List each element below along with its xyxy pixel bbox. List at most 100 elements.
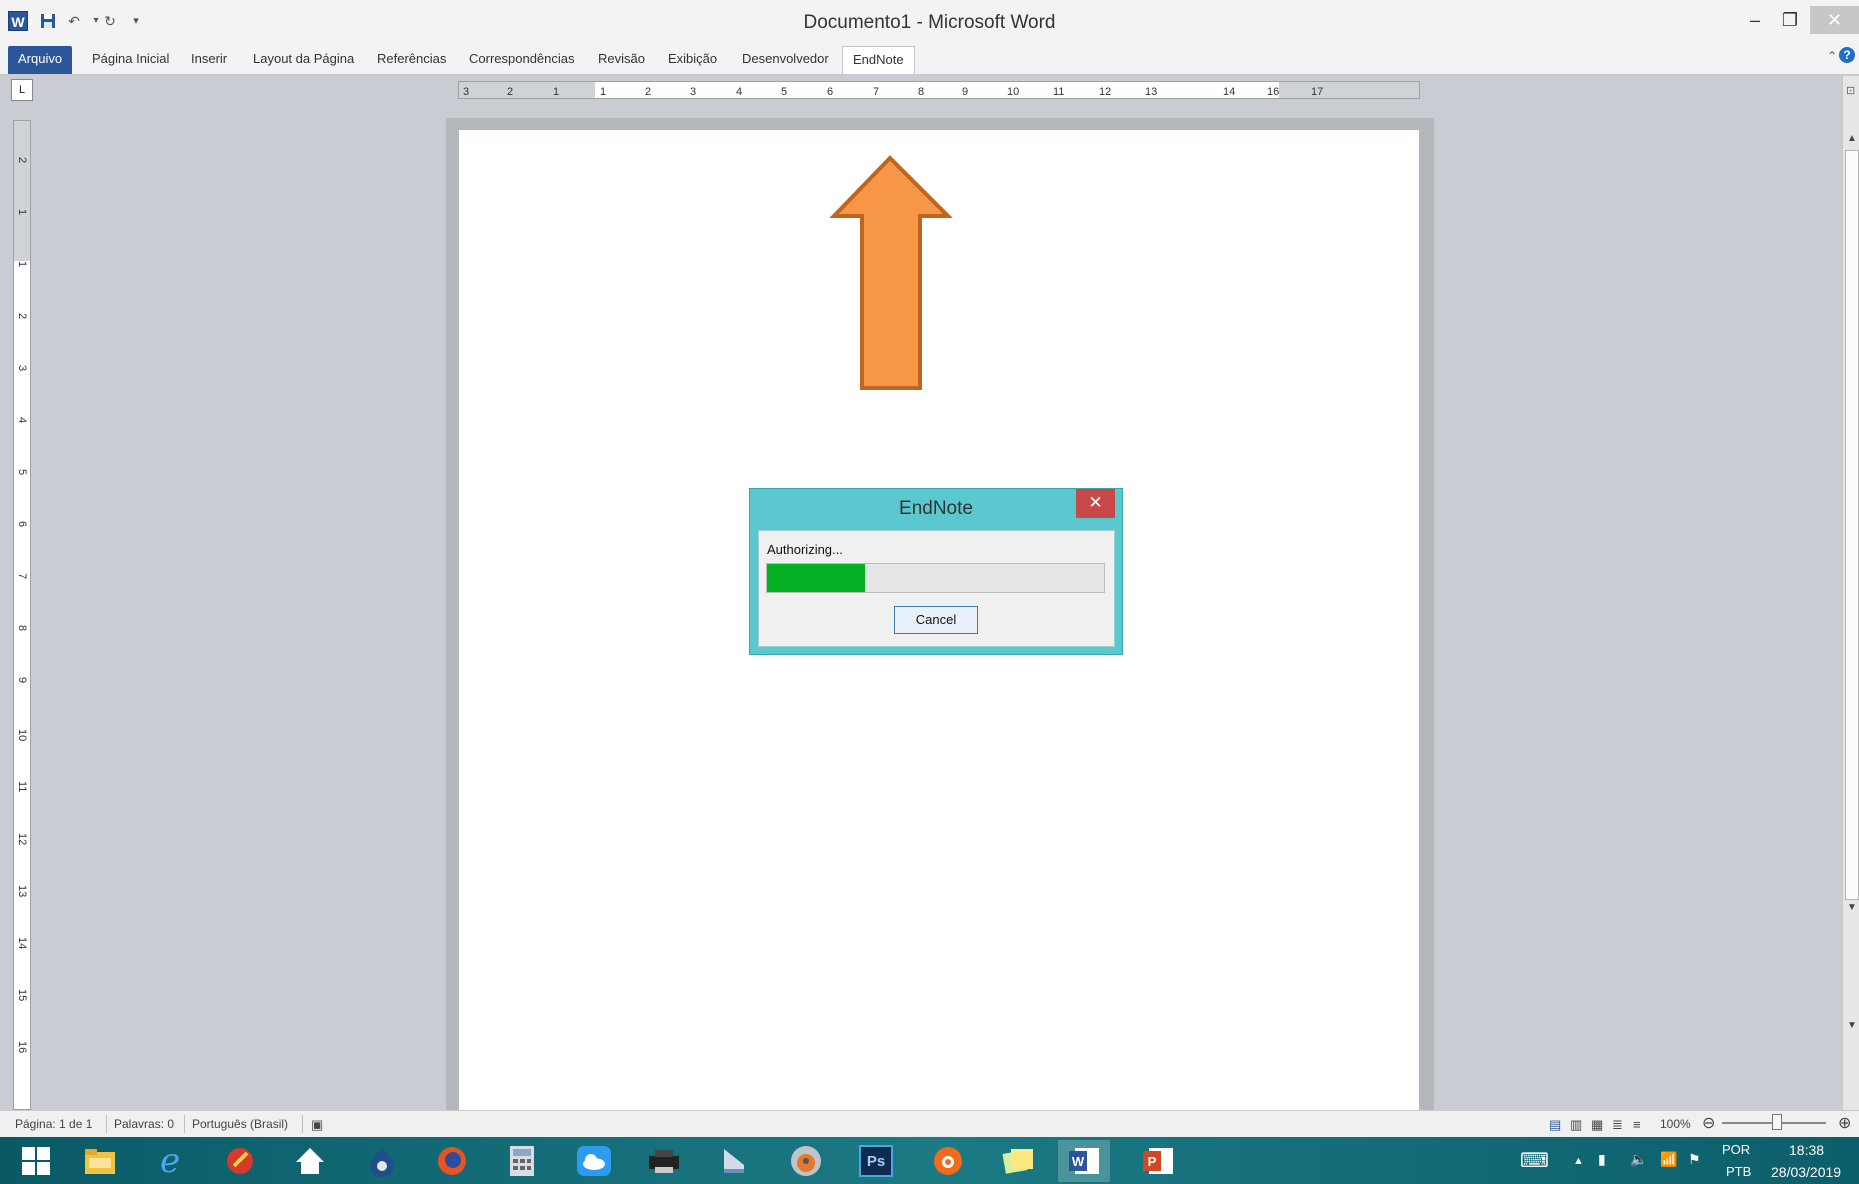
ruler-tick-label: 9: [962, 86, 968, 98]
tab-desenvolvedor[interactable]: Desenvolvedor: [732, 46, 839, 74]
collapse-ribbon-icon[interactable]: ⌃: [1827, 49, 1837, 63]
ruler-tick-label: 8: [918, 86, 924, 98]
ruler-tick-label: 3: [463, 86, 469, 98]
print-layout-icon[interactable]: ▤: [1549, 1117, 1561, 1133]
tab-endnote[interactable]: EndNote: [842, 46, 915, 74]
tab-layout-da-pagina[interactable]: Layout da Página: [243, 46, 364, 74]
tab-inserir[interactable]: Inserir: [181, 46, 237, 74]
ruler-tick-label: 5: [781, 86, 787, 98]
ruler-tick-label: 6: [827, 86, 833, 98]
word-app-icon[interactable]: W: [8, 11, 28, 31]
scanner-icon[interactable]: [708, 1140, 760, 1182]
language-indicator-top[interactable]: POR: [1722, 1142, 1750, 1157]
view-ruler-icon[interactable]: ⊡: [1846, 84, 1855, 97]
ruler-tick-label: 2: [507, 86, 513, 98]
dialog-status-text: Authorizing...: [767, 542, 843, 557]
ruler-tick-label: 8: [16, 625, 28, 631]
show-hidden-icons-icon[interactable]: ▲: [1573, 1155, 1584, 1167]
ruler-tick-label: 2: [16, 157, 28, 163]
icloud-icon[interactable]: [568, 1140, 620, 1182]
tab-pagina-inicial[interactable]: Página Inicial: [82, 46, 179, 74]
page-count[interactable]: Página: 1 de 1: [15, 1117, 92, 1131]
file-explorer-icon[interactable]: [74, 1140, 126, 1182]
save-icon[interactable]: [38, 11, 58, 31]
windows-start-icon[interactable]: [10, 1140, 62, 1182]
ruler-tick-label: 12: [1099, 86, 1111, 98]
scroll-down-icon[interactable]: ▼: [1847, 902, 1857, 913]
tab-selector-icon[interactable]: L: [11, 79, 33, 101]
undo-icon[interactable]: ↶: [64, 11, 84, 31]
language-status[interactable]: Português (Brasil): [192, 1117, 288, 1131]
battery-icon[interactable]: ▮: [1598, 1151, 1606, 1168]
volume-icon[interactable]: 🔈: [1630, 1151, 1647, 1168]
draft-icon[interactable]: ≡: [1633, 1117, 1641, 1132]
ribbon-tab-bar: Arquivo Página Inicial Inserir Layout da…: [0, 40, 1859, 75]
ruler-tick-label: 7: [873, 86, 879, 98]
home-icon[interactable]: [284, 1140, 336, 1182]
ruler-tick-label: 13: [1145, 86, 1157, 98]
zoom-level[interactable]: 100%: [1660, 1117, 1691, 1131]
firefox-icon[interactable]: [426, 1140, 478, 1182]
ruler-tick-label: 17: [1311, 86, 1323, 98]
app-drop-icon[interactable]: [356, 1140, 408, 1182]
word-count[interactable]: Palavras: 0: [114, 1117, 174, 1131]
dialog-close-button[interactable]: ✕: [1076, 489, 1115, 518]
zoom-out-icon[interactable]: ⊖: [1702, 1113, 1715, 1133]
horizontal-ruler[interactable]: 3 2 1 1 2 3 4 5 6 7 8 9 10 11 12 13 14 16 17: [458, 81, 1420, 99]
ruler-tick-label: 13: [16, 885, 28, 897]
close-button[interactable]: ✕: [1810, 6, 1859, 34]
action-center-icon[interactable]: ⚑: [1688, 1151, 1701, 1168]
svg-text:W: W: [1072, 1154, 1085, 1169]
photoshop-icon[interactable]: Ps: [850, 1140, 902, 1182]
tab-arquivo[interactable]: Arquivo: [8, 46, 73, 74]
clock-time[interactable]: 18:38: [1789, 1142, 1824, 1158]
scrollbar-thumb[interactable]: [1845, 150, 1859, 900]
scroll-up-icon[interactable]: ▲: [1847, 133, 1857, 144]
printer-icon[interactable]: [638, 1140, 690, 1182]
tab-revisao[interactable]: Revisão: [588, 46, 655, 74]
disc-burner-icon[interactable]: [780, 1140, 832, 1182]
word-taskbar-icon[interactable]: W: [1058, 1140, 1110, 1182]
next-page-icon[interactable]: ▼: [1847, 1020, 1857, 1031]
zoom-slider-thumb[interactable]: [1772, 1114, 1782, 1130]
ccleaner-icon[interactable]: [214, 1140, 266, 1182]
minimize-button[interactable]: –: [1735, 6, 1775, 34]
internet-explorer-icon[interactable]: e: [144, 1140, 196, 1182]
svg-text:P: P: [1148, 1154, 1157, 1169]
outline-icon[interactable]: ≣: [1612, 1117, 1623, 1133]
vertical-ruler[interactable]: 2 1 1 2 3 4 5 6 7 8 9 10 11 12 13 14 15 16: [13, 120, 31, 1110]
full-screen-reading-icon[interactable]: ▥: [1570, 1117, 1582, 1133]
ruler-tick-label: 16: [16, 1041, 28, 1053]
status-bar: Página: 1 de 1 Palavras: 0 Português (Br…: [0, 1110, 1859, 1138]
language-indicator-bottom[interactable]: PTB: [1726, 1164, 1751, 1179]
ruler-tick-label: 11: [16, 781, 28, 792]
customize-quick-access-icon[interactable]: ▾: [126, 11, 146, 31]
ruler-tick-label: 6: [16, 521, 28, 527]
ruler-tick-label: 14: [16, 937, 28, 949]
dialog-title: EndNote: [899, 498, 973, 519]
sticky-notes-icon[interactable]: [992, 1140, 1044, 1182]
ruler-tick-label: 15: [16, 989, 28, 1001]
orange-up-arrow: [829, 155, 953, 390]
help-icon[interactable]: ?: [1839, 47, 1855, 63]
network-icon[interactable]: 📶: [1660, 1151, 1677, 1168]
tab-correspondencias[interactable]: Correspondências: [459, 46, 585, 74]
cancel-button[interactable]: Cancel: [894, 606, 978, 634]
ruler-tick-label: 2: [16, 313, 28, 319]
restore-button[interactable]: ❐: [1770, 6, 1810, 34]
tab-exibicao[interactable]: Exibição: [658, 46, 727, 74]
zoom-in-icon[interactable]: ⊕: [1838, 1113, 1851, 1133]
ruler-tick-label: 10: [16, 729, 28, 741]
web-layout-icon[interactable]: ▦: [1591, 1117, 1603, 1133]
ruler-tick-label: 12: [16, 833, 28, 845]
keyboard-icon[interactable]: ⌨: [1520, 1148, 1549, 1173]
macro-record-icon[interactable]: ▣: [311, 1117, 323, 1133]
progress-fill: [767, 564, 865, 592]
avast-icon[interactable]: [922, 1140, 974, 1182]
clock-date[interactable]: 28/03/2019: [1771, 1164, 1841, 1180]
ruler-tick-label: 4: [736, 86, 742, 98]
calculator-icon[interactable]: [496, 1140, 548, 1182]
powerpoint-icon[interactable]: P: [1132, 1140, 1184, 1182]
tab-referencias[interactable]: Referências: [367, 46, 456, 74]
redo-icon[interactable]: ↻: [100, 11, 120, 31]
